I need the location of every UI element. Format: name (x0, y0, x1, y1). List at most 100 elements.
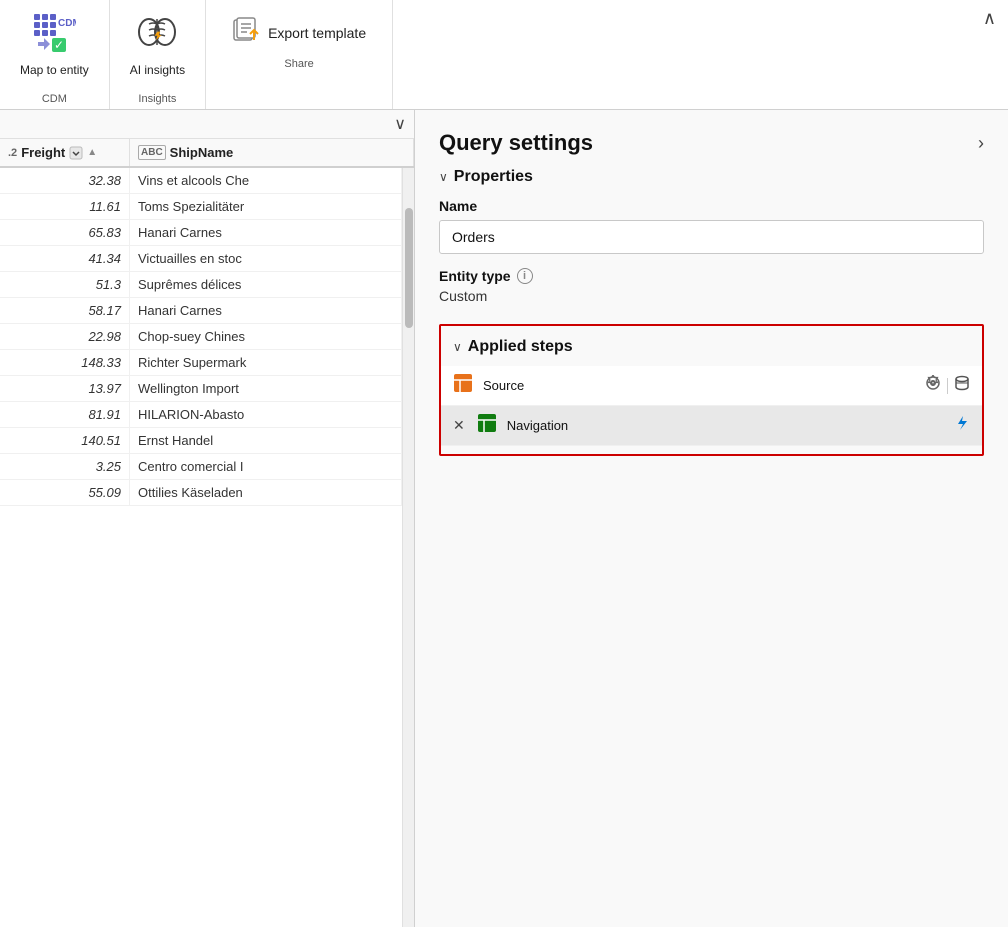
cell-shipname: Vins et alcools Che (130, 168, 402, 193)
entity-type-info-icon: i (517, 268, 533, 284)
export-template-button[interactable]: Export template (216, 8, 382, 58)
ribbon: CDM ✓ Map to entity CDM (0, 0, 1008, 110)
share-section-inner: Export template Share (216, 8, 382, 74)
ribbon-group-insights: AI insights Insights (110, 0, 206, 109)
cell-freight: 32.38 (0, 168, 130, 193)
table-row: 65.83Hanari Carnes (0, 220, 402, 246)
ai-insights-button[interactable]: AI insights (122, 6, 193, 83)
panel-collapse-button[interactable]: ∨ (394, 114, 406, 134)
cell-shipname: Centro comercial I (130, 454, 402, 479)
cell-shipname: Suprêmes délices (130, 272, 402, 297)
cell-freight: 11.61 (0, 194, 130, 219)
cell-freight: 22.98 (0, 324, 130, 349)
table-row: 11.61Toms Spezialitäter (0, 194, 402, 220)
name-field-label: Name (439, 198, 984, 214)
table-row: 55.09Ottilies Käseladen (0, 480, 402, 506)
cell-freight: 55.09 (0, 480, 130, 505)
ribbon-collapse-button[interactable]: ∧ (971, 0, 1008, 37)
table-row: 32.38Vins et alcools Che (0, 168, 402, 194)
action-divider (947, 378, 948, 394)
query-settings-title: Query settings (439, 130, 593, 156)
navigation-step-actions (954, 415, 970, 436)
map-to-entity-button[interactable]: CDM ✓ Map to entity (12, 6, 97, 83)
cell-freight: 51.3 (0, 272, 130, 297)
export-template-label: Export template (268, 25, 366, 41)
applied-steps-header: ∨ Applied steps (441, 338, 982, 366)
step-source[interactable]: Source (441, 366, 982, 406)
name-input[interactable] (439, 220, 984, 254)
step-navigation[interactable]: ✕ Navigation (441, 406, 982, 446)
data-table: .2 Freight ▲ ABC ShipName 32.38Vins et a… (0, 139, 414, 927)
insights-group-label: Insights (138, 93, 176, 109)
panel-header: ∨ (0, 110, 414, 139)
table-row: 148.33Richter Supermark (0, 350, 402, 376)
freight-sort-arrow: ▲ (87, 147, 97, 158)
ribbon-group-cdm: CDM ✓ Map to entity CDM (0, 0, 110, 109)
cdm-icon: CDM ✓ (32, 12, 76, 61)
ai-insights-label: AI insights (130, 63, 185, 77)
cell-freight: 13.97 (0, 376, 130, 401)
ribbon-group-share: Export template Share (206, 0, 393, 109)
scrollbar-thumb[interactable] (405, 208, 413, 328)
table-row: 3.25Centro comercial I (0, 454, 402, 480)
svg-text:CDM: CDM (58, 18, 76, 29)
table-header-row: .2 Freight ▲ ABC ShipName (0, 139, 414, 168)
entity-type-label: Entity type (439, 268, 511, 284)
properties-section: ∨ Properties Name Entity type i Custom (439, 168, 984, 304)
properties-section-title: Properties (454, 168, 533, 186)
cell-freight: 65.83 (0, 220, 130, 245)
navigation-step-icon (477, 413, 497, 438)
left-panel: ∨ .2 Freight ▲ ABC ShipName 3 (0, 110, 415, 927)
source-gear-icon[interactable] (925, 375, 941, 396)
cell-shipname: Ernst Handel (130, 428, 402, 453)
cell-shipname: Hanari Carnes (130, 298, 402, 323)
scrollbar[interactable] (402, 168, 414, 927)
freight-col-label: Freight (21, 145, 65, 160)
column-header-shipname[interactable]: ABC ShipName (130, 139, 414, 166)
cell-shipname: Chop-suey Chines (130, 324, 402, 349)
cell-freight: 58.17 (0, 298, 130, 323)
cell-freight: 81.91 (0, 402, 130, 427)
source-db-icon[interactable] (954, 375, 970, 396)
table-body: 32.38Vins et alcools Che 11.61Toms Spezi… (0, 168, 414, 927)
navigation-delete-button[interactable]: ✕ (453, 417, 465, 434)
cell-shipname: Victuailles en stoc (130, 246, 402, 271)
query-settings-body: ∨ Properties Name Entity type i Custom ∨… (415, 168, 1008, 927)
export-icon (232, 16, 260, 50)
table-row: 51.3Suprêmes délices (0, 272, 402, 298)
share-label-row: Share (216, 58, 382, 74)
source-step-icon (453, 373, 473, 398)
brain-icon (135, 12, 179, 61)
table-row: 22.98Chop-suey Chines (0, 324, 402, 350)
cell-freight: 3.25 (0, 454, 130, 479)
cell-shipname: Ottilies Käseladen (130, 480, 402, 505)
main-area: ∨ .2 Freight ▲ ABC ShipName 3 (0, 110, 1008, 927)
source-step-name: Source (483, 378, 915, 393)
column-header-freight[interactable]: .2 Freight ▲ (0, 139, 130, 166)
map-to-entity-label: Map to entity (20, 63, 89, 77)
source-step-actions (925, 375, 970, 396)
cell-freight: 148.33 (0, 350, 130, 375)
cdm-group-label: CDM (42, 93, 67, 109)
shipname-type-icon: ABC (138, 145, 166, 160)
entity-type-value: Custom (439, 288, 984, 304)
navigation-lightning-icon[interactable] (954, 415, 970, 436)
query-settings-collapse-button[interactable]: › (978, 133, 984, 154)
cell-shipname: HILARION-Abasto (130, 402, 402, 427)
cell-freight: 41.34 (0, 246, 130, 271)
svg-text:✓: ✓ (54, 38, 64, 52)
properties-section-header: ∨ Properties (439, 168, 984, 186)
shipname-col-label: ShipName (170, 145, 234, 160)
table-row: 41.34Victuailles en stoc (0, 246, 402, 272)
applied-steps-chevron-icon[interactable]: ∨ (453, 340, 462, 354)
cell-freight: 140.51 (0, 428, 130, 453)
right-panel: Query settings › ∨ Properties Name Entit… (415, 110, 1008, 927)
freight-type-icon: .2 (8, 147, 17, 159)
table-row: 58.17Hanari Carnes (0, 298, 402, 324)
freight-dropdown[interactable] (69, 146, 83, 160)
table-row: 13.97Wellington Import (0, 376, 402, 402)
table-data-rows: 32.38Vins et alcools Che 11.61Toms Spezi… (0, 168, 402, 927)
properties-chevron-icon[interactable]: ∨ (439, 170, 448, 184)
applied-steps-section: ∨ Applied steps Source (439, 324, 984, 456)
cell-shipname: Richter Supermark (130, 350, 402, 375)
